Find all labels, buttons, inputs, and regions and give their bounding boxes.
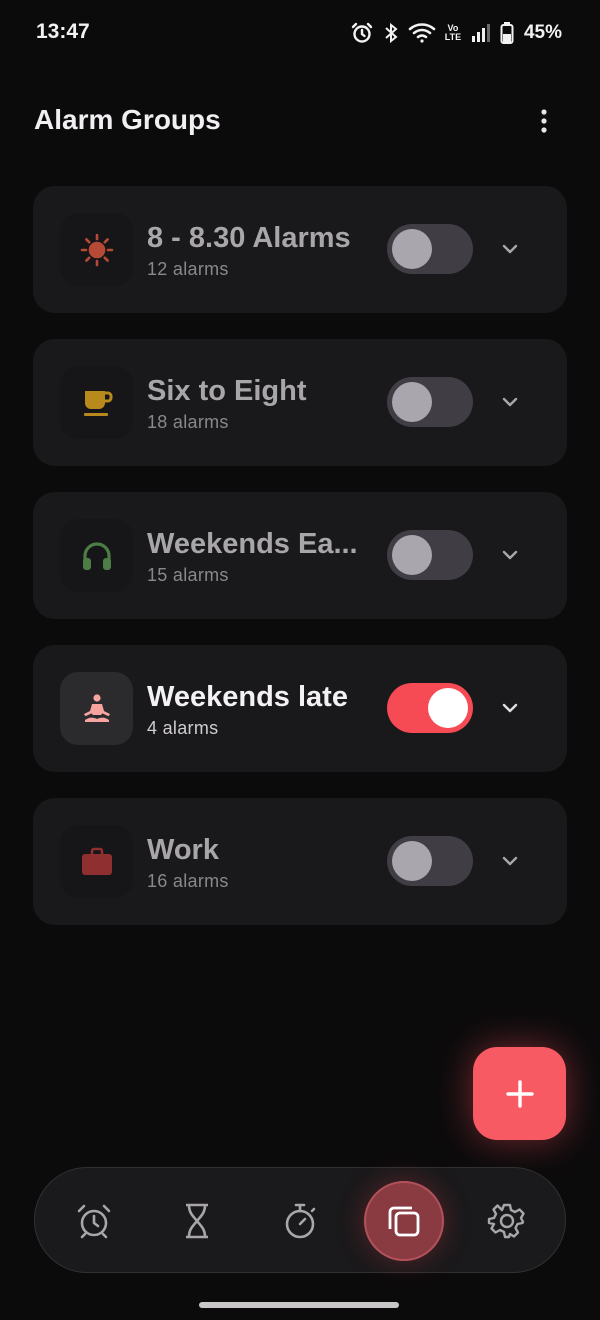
toggle-knob	[428, 688, 468, 728]
nav-settings[interactable]	[476, 1190, 538, 1252]
alarm-group-list: 8 - 8.30 Alarms 12 alarms Six to Eight 1…	[33, 186, 567, 951]
group-alarm-count: 4 alarms	[147, 718, 219, 738]
plus-icon	[505, 1079, 534, 1108]
alarm-group-card[interactable]: Weekends late 4 alarms	[33, 645, 567, 772]
chevron-down-icon	[502, 397, 518, 407]
alarm-group-card[interactable]: Six to Eight 18 alarms	[33, 339, 567, 466]
group-name: 8 - 8.30 Alarms	[147, 222, 351, 254]
headphones-icon	[60, 519, 133, 592]
briefcase-icon	[60, 825, 133, 898]
group-alarm-count: 16 alarms	[147, 871, 229, 891]
status-time: 13:47	[36, 20, 90, 43]
battery-icon	[500, 21, 514, 45]
toggle-knob	[392, 382, 432, 422]
meditation-icon	[60, 672, 133, 745]
home-indicator[interactable]	[199, 1302, 399, 1308]
group-alarm-count: 12 alarms	[147, 259, 229, 279]
stopwatch-icon	[285, 1203, 316, 1239]
status-icons: Vo LTE 45%	[350, 18, 562, 48]
more-vert-icon	[541, 109, 547, 133]
group-name: Weekends late	[147, 681, 348, 713]
group-alarm-count: 18 alarms	[147, 412, 229, 432]
group-enable-toggle[interactable]	[387, 683, 473, 733]
chevron-down-icon	[502, 703, 518, 713]
sun-icon	[60, 213, 133, 286]
nav-groups[interactable]	[364, 1181, 444, 1261]
group-name: Six to Eight	[147, 375, 307, 407]
page-title: Alarm Groups	[34, 104, 221, 135]
toggle-knob	[392, 841, 432, 881]
alarm-group-card[interactable]: Weekends Ea... 15 alarms	[33, 492, 567, 619]
expand-button[interactable]	[495, 234, 525, 264]
alarm-clock-icon	[77, 1204, 111, 1239]
nav-timer[interactable]	[166, 1190, 228, 1252]
gear-icon	[487, 1203, 525, 1239]
volte-bottom: LTE	[444, 32, 462, 42]
alarm-group-card[interactable]: Work 16 alarms	[33, 798, 567, 925]
expand-button[interactable]	[495, 846, 525, 876]
chevron-down-icon	[502, 244, 518, 254]
volte-icon: Vo LTE	[444, 24, 462, 42]
chevron-down-icon	[502, 550, 518, 560]
group-name: Weekends Ea...	[147, 528, 358, 560]
expand-button[interactable]	[495, 540, 525, 570]
coffee-icon	[60, 366, 133, 439]
alarm-icon	[350, 21, 374, 45]
toggle-knob	[392, 535, 432, 575]
nav-stopwatch[interactable]	[269, 1190, 331, 1252]
hourglass-icon	[186, 1203, 208, 1239]
battery-percent: 45%	[523, 22, 562, 43]
group-enable-toggle[interactable]	[387, 530, 473, 580]
expand-button[interactable]	[495, 693, 525, 723]
group-enable-toggle[interactable]	[387, 836, 473, 886]
wifi-icon	[408, 21, 436, 45]
status-bar: 13:47 Vo LTE 45%	[0, 0, 600, 66]
group-enable-toggle[interactable]	[387, 377, 473, 427]
bluetooth-icon	[382, 21, 400, 45]
bottom-navigation	[34, 1167, 566, 1273]
alarm-group-card[interactable]: 8 - 8.30 Alarms 12 alarms	[33, 186, 567, 313]
group-enable-toggle[interactable]	[387, 224, 473, 274]
group-name: Work	[147, 834, 219, 866]
more-options-button[interactable]	[526, 103, 562, 139]
add-group-button[interactable]	[473, 1047, 566, 1140]
copy-squares-icon	[388, 1206, 420, 1237]
group-alarm-count: 15 alarms	[147, 565, 229, 585]
nav-alarm[interactable]	[63, 1190, 125, 1252]
toggle-knob	[392, 229, 432, 269]
chevron-down-icon	[502, 856, 518, 866]
expand-button[interactable]	[495, 387, 525, 417]
signal-icon	[470, 22, 492, 44]
